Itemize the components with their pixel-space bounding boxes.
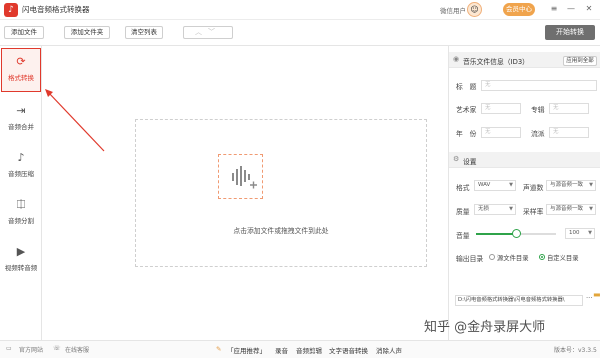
drop-zone[interactable]: 点击添加文件或拖拽文件到此处 <box>135 119 427 267</box>
quality-label: 质量 <box>456 208 470 216</box>
id3-title: 音乐文件信息（ID3） <box>463 58 529 66</box>
volume-label: 音量 <box>456 232 470 240</box>
title-field[interactable]: 无 <box>481 80 597 91</box>
bottom-bar: ▭ 官方网站 ☏ 在线客服 ✎ 「应用推荐」 录音 音频剪辑 文字语音转换 消除… <box>0 340 600 358</box>
more-icon[interactable]: ··· <box>586 294 592 302</box>
output-path-field[interactable]: D:\闪电音频格式转换器\闪电音频格式转换器\ <box>455 295 583 306</box>
version-label: 版本号：v3.3.5 <box>554 347 597 354</box>
artist-label: 艺术家 <box>456 106 477 114</box>
output-dir-label: 输出目录 <box>456 255 484 263</box>
chevron-down-icon: ▼ <box>509 182 513 188</box>
watermark: 知乎 @金舟录屏大师 <box>424 320 546 335</box>
volume-slider-knob[interactable] <box>511 229 521 238</box>
service-link[interactable]: 在线客服 <box>65 345 89 354</box>
custom-dir-label[interactable]: 自定义目录 <box>547 253 578 262</box>
chevron-down-icon: ▼ <box>589 206 593 212</box>
channel-label: 声道数 <box>523 184 544 192</box>
album-label: 专辑 <box>531 106 545 114</box>
channel-select[interactable]: 与源音频一致 ▼ <box>546 180 596 191</box>
apply-all-button[interactable]: 应用到全部 <box>563 56 597 66</box>
vocal-remove-link[interactable]: 消除人声 <box>376 345 402 355</box>
settings-title: 设置 <box>463 158 477 166</box>
record-link[interactable]: 录音 <box>275 345 288 355</box>
recommend-icon: ✎ <box>216 345 222 353</box>
custom-dir-radio[interactable] <box>539 254 545 260</box>
recommend-label: 「应用推荐」 <box>227 347 266 355</box>
year-field[interactable]: 无 <box>481 127 521 138</box>
tts-link[interactable]: 文字语音转换 <box>329 345 368 355</box>
source-dir-label[interactable]: 源文件目录 <box>497 253 528 262</box>
samplerate-label: 采样率 <box>523 208 544 216</box>
audio-cut-link[interactable]: 音频剪辑 <box>296 345 322 355</box>
add-audio-icon[interactable] <box>218 154 263 199</box>
chevron-down-icon: ▼ <box>588 230 592 236</box>
volume-value-field[interactable]: 100 ▼ <box>565 228 595 239</box>
quality-select[interactable]: 无损 ▼ <box>474 204 516 215</box>
website-icon[interactable]: ▭ <box>6 345 12 352</box>
samplerate-select[interactable]: 与源音频一致 ▼ <box>546 204 596 215</box>
source-dir-radio[interactable] <box>489 254 495 260</box>
channel-value: 与源音频一致 <box>550 182 584 188</box>
artist-field[interactable]: 无 <box>481 103 521 114</box>
drop-hint: 点击添加文件或拖拽文件到此处 <box>233 227 329 235</box>
quality-value: 无损 <box>478 206 490 212</box>
format-label: 格式 <box>456 184 470 192</box>
genre-field[interactable]: 无 <box>549 127 589 138</box>
volume-slider-fill <box>476 233 516 235</box>
music-info-icon: ◉ <box>453 55 460 63</box>
genre-label: 流派 <box>531 130 545 138</box>
format-select[interactable]: WAV ▼ <box>474 180 516 191</box>
id3-section-header: ◉ 音乐文件信息（ID3） 应用到全部 <box>449 52 600 68</box>
format-value: WAV <box>478 182 491 188</box>
folder-icon[interactable]: ▬ <box>593 290 600 299</box>
title-label: 标 题 <box>456 83 477 91</box>
gear-icon: ⚙ <box>453 155 460 163</box>
year-label: 年 份 <box>456 130 477 138</box>
service-icon[interactable]: ☏ <box>53 345 61 352</box>
chevron-down-icon: ▼ <box>509 206 513 212</box>
chevron-down-icon: ▼ <box>589 182 593 188</box>
album-field[interactable]: 无 <box>549 103 589 114</box>
volume-value: 100 <box>569 230 580 236</box>
website-link[interactable]: 官方网站 <box>19 345 43 354</box>
samplerate-value: 与源音频一致 <box>550 206 584 212</box>
right-panel: ◉ 音乐文件信息（ID3） 应用到全部 标 题 无 艺术家 无 专辑 无 年 份… <box>448 46 600 340</box>
settings-section-header: ⚙ 设置 <box>449 152 600 168</box>
